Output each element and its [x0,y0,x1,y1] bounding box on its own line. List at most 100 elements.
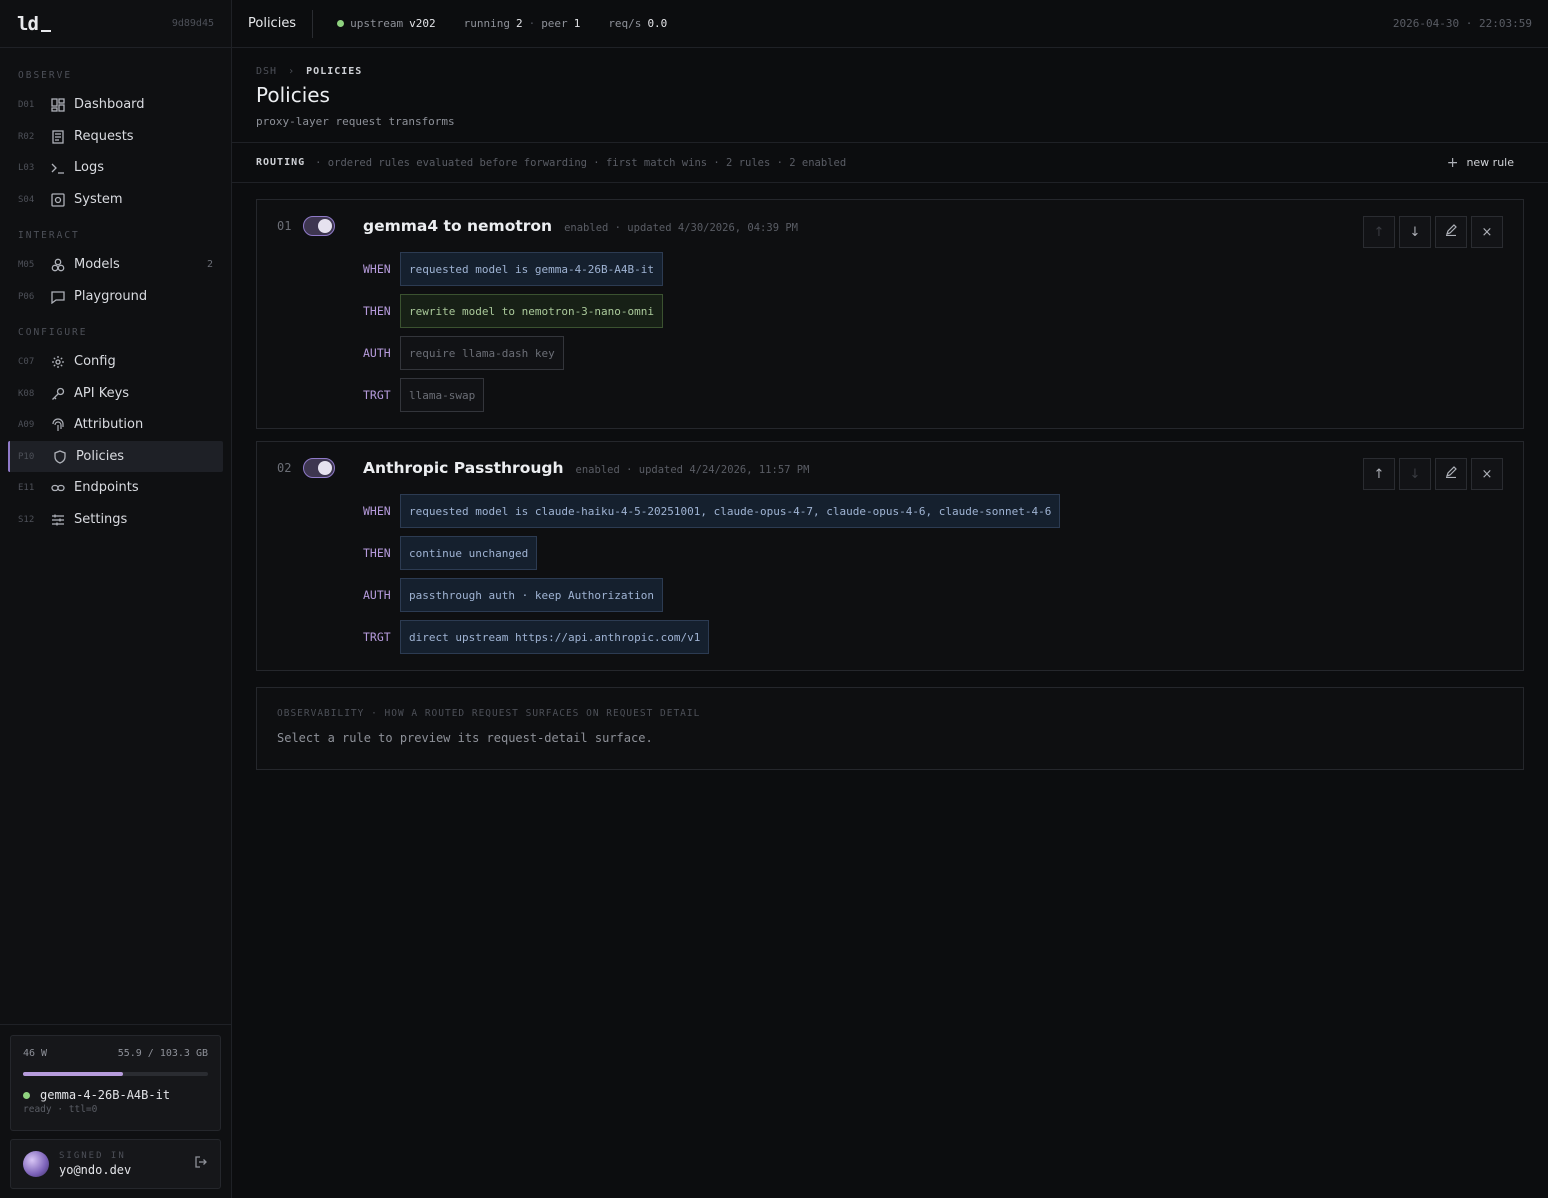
page-title: Policies [256,83,330,107]
nav-code: P06 [18,291,35,302]
rule-name: gemma4 to nemotron enabled · updated 4/30… [363,217,798,235]
clause-key: WHEN [363,504,391,518]
when-chip[interactable]: requested model is gemma-4-26B-A4B-it [400,252,664,286]
clock-timestamp: 2026-04-30 · 22:03:59 [1392,17,1532,30]
arrow-down-icon: ↓ [1409,466,1421,482]
target-chip[interactable]: llama-swap [400,378,485,412]
move-down-button[interactable]: ↓ [1399,216,1431,248]
delete-rule-button[interactable]: × [1471,458,1503,490]
sidebar-item-logs[interactable]: L03 Logs [8,152,223,183]
sidebar: ld 9d89d45 OBSERVE INTERACT CONFIGURE D0… [0,0,232,1198]
sidebar-item-api-keys[interactable]: K08 API Keys [8,378,223,409]
link-icon [50,480,66,496]
rule-number: 02 [277,461,292,475]
rule-actions: ↑ ↓ × [1363,458,1503,490]
rule-card: 02 Anthropic Passthrough enabled · update… [256,441,1524,671]
sidebar-item-attribution[interactable]: A09 Attribution [8,409,223,440]
clause-key: AUTH [363,588,391,602]
reqs-value: 0.0 [647,17,668,30]
nav-code: A09 [18,419,35,430]
target-chip[interactable]: direct upstream https://api.anthropic.co… [400,620,710,654]
target-clause: TRGT direct upstream https://api.anthrop… [363,620,710,654]
sidebar-item-playground[interactable]: P06 Playground [8,281,223,312]
page-header: DSH › POLICIES Policies proxy-layer requ… [232,48,1548,143]
breadcrumb-separator: › [288,66,296,77]
nav-label: Policies [76,449,125,464]
observability-text: Select a rule to preview its request-det… [277,731,653,745]
edit-rule-button[interactable] [1435,458,1467,490]
key-icon [50,386,66,402]
move-up-button[interactable]: ↑ [1363,216,1395,248]
auth-chip[interactable]: passthrough auth · keep Authorization [400,578,664,612]
loaded-model-name: gemma-4-26B-A4B-it [40,1088,171,1102]
breadcrumb-root[interactable]: DSH [256,66,277,77]
rule-enabled-toggle[interactable] [303,216,335,236]
sidebar-item-dashboard[interactable]: D01 Dashboard [8,89,223,120]
auth-clause: AUTH require llama-dash key [363,336,564,370]
sidebar-item-models[interactable]: M05 Models 2 [8,249,223,280]
rule-name-text: gemma4 to nemotron [363,217,553,235]
plus-icon: + [1446,154,1459,171]
nav-label: Config [74,354,116,369]
breadcrumb: DSH › POLICIES [256,66,1548,77]
nav-code: R02 [18,131,35,142]
upstream-version: v202 [409,17,436,30]
clause-key: WHEN [363,262,391,276]
brand-bar: ld 9d89d45 [0,0,231,48]
nav-label: Requests [74,129,134,144]
delete-rule-button[interactable]: × [1471,216,1503,248]
user-card: SIGNED IN yo@ndo.dev [10,1139,221,1189]
peer-label: peer [541,17,568,30]
move-up-button[interactable]: ↑ [1363,458,1395,490]
nav-label: Logs [74,160,104,175]
sidebar-item-config[interactable]: C07 Config [8,346,223,377]
then-clause: THEN rewrite model to nemotron-3-nano-om… [363,294,664,328]
new-rule-button[interactable]: + new rule [1447,155,1514,171]
nav-code: M05 [18,259,35,270]
gear-icon [50,354,66,370]
reqs-status: req/s 0.0 [608,17,667,30]
running-value: 2 [515,17,523,30]
terminal-icon [50,160,66,176]
sidebar-item-policies[interactable]: P10 Policies [8,441,223,472]
sidebar-item-system[interactable]: S04 System [8,184,223,215]
nav-label: Attribution [74,417,144,432]
nav-code: C07 [18,356,35,367]
clause-key: TRGT [363,630,391,644]
brand-logo[interactable]: ld [17,13,51,35]
edit-rule-button[interactable] [1435,216,1467,248]
nav-code: D01 [18,99,35,110]
rule-name-text: Anthropic Passthrough [363,459,564,477]
dashboard-icon [50,97,66,113]
top-bar-title: Policies [232,9,314,38]
sidebar-item-settings[interactable]: S12 Settings [8,504,223,535]
gpu-memory: 55.9 / 103.3 GB [117,1048,208,1059]
nav-label: API Keys [74,386,130,401]
sidebar-divider [0,1024,231,1025]
when-chip[interactable]: requested model is claude-haiku-4-5-2025… [400,494,1061,528]
shield-icon [52,449,68,465]
then-chip[interactable]: rewrite model to nemotron-3-nano-omni [400,294,664,328]
rule-enabled-toggle[interactable] [303,458,335,478]
then-chip[interactable]: continue unchanged [400,536,538,570]
clause-key: AUTH [363,346,391,360]
avatar[interactable] [23,1151,49,1177]
memory-usage-fill [23,1072,124,1076]
move-down-button[interactable]: ↓ [1399,458,1431,490]
routing-bar: ROUTING · ordered rules evaluated before… [232,143,1548,183]
sidebar-item-endpoints[interactable]: E11 Endpoints [8,472,223,503]
sidebar-item-requests[interactable]: R02 Requests [8,121,223,152]
fingerprint-icon [50,417,66,433]
peer-value: 1 [573,17,581,30]
when-clause: WHEN requested model is gemma-4-26B-A4B-… [363,252,664,286]
nav-code: E11 [18,482,35,493]
nav-label: Dashboard [74,97,145,112]
when-clause: WHEN requested model is claude-haiku-4-5… [363,494,1061,528]
gpu-status-card[interactable]: 46 W 55.9 / 103.3 GB gemma-4-26B-A4B-it … [10,1035,221,1131]
close-icon: × [1481,466,1493,482]
arrow-up-icon: ↑ [1373,466,1385,482]
auth-chip[interactable]: require llama-dash key [400,336,564,370]
logout-icon[interactable] [194,1155,208,1173]
model-status-text: ready · ttl=0 [23,1104,98,1115]
running-label: running [463,17,510,30]
